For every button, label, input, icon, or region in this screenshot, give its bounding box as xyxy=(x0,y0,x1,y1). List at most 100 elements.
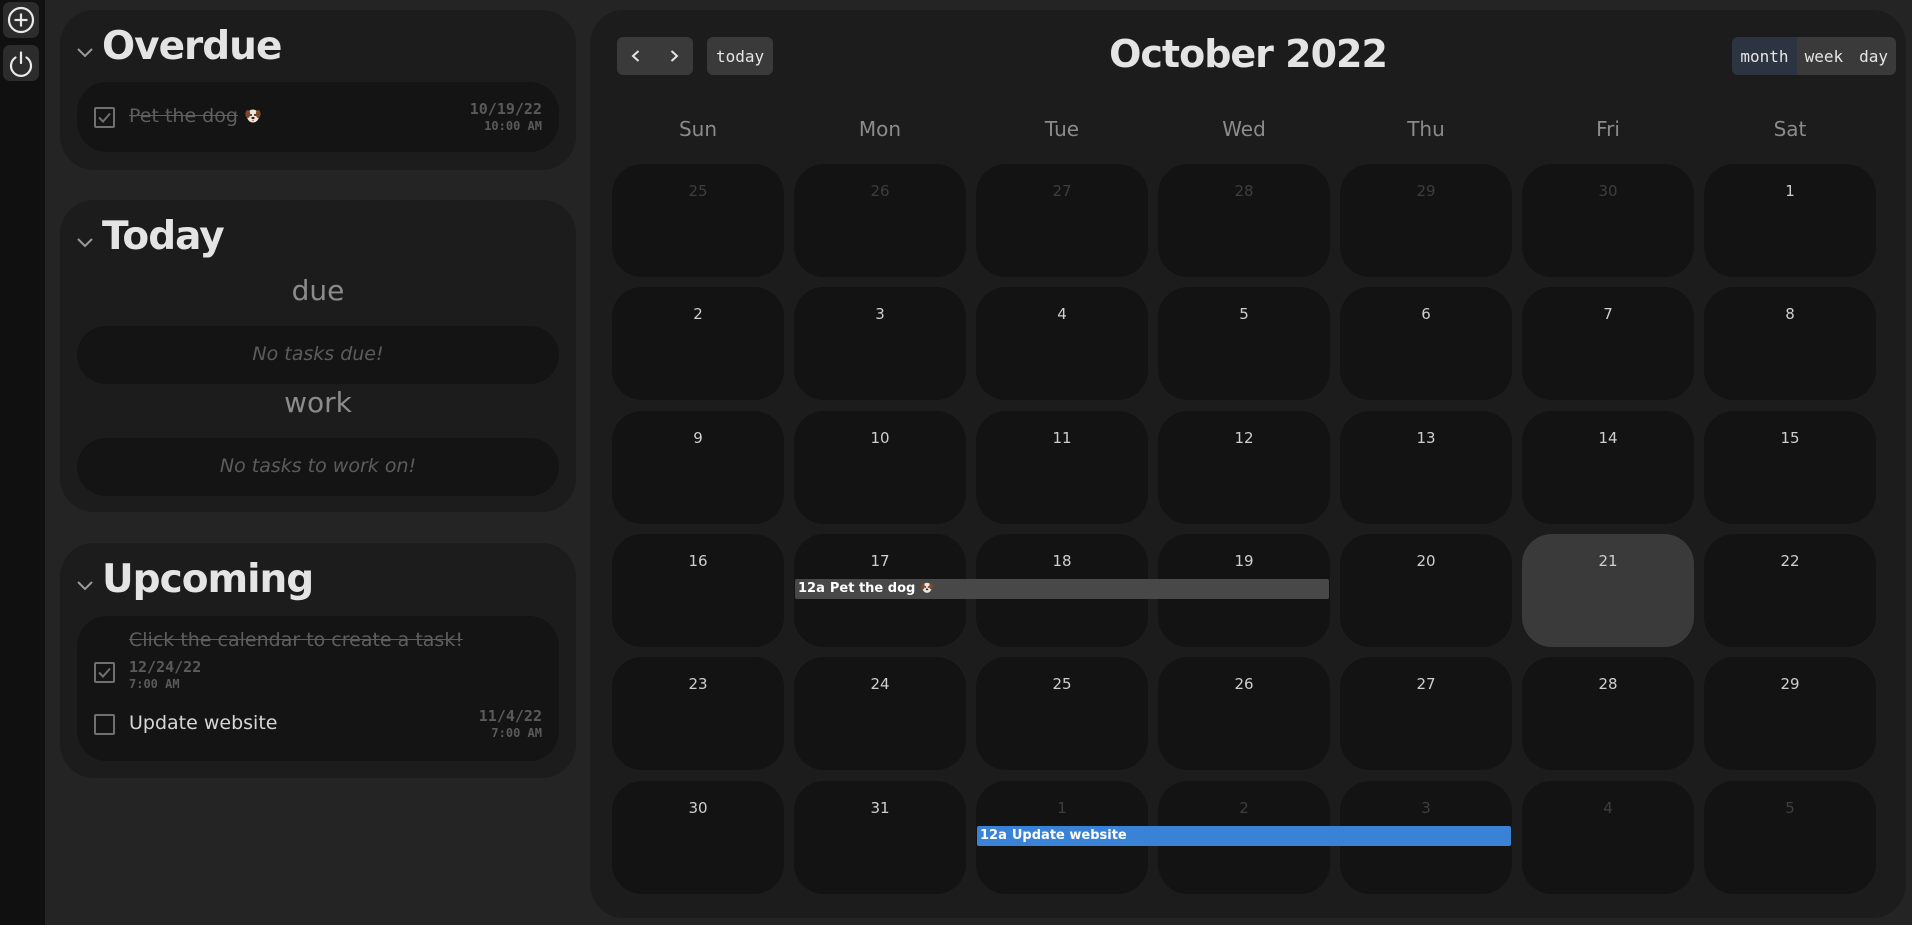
day-number: 24 xyxy=(870,675,890,693)
day-number: 29 xyxy=(1780,675,1800,693)
weekday-header: Tue xyxy=(1044,117,1080,141)
day-cell[interactable]: 23 xyxy=(612,657,784,770)
day-number: 27 xyxy=(1052,182,1072,200)
day-cell[interactable]: 10 xyxy=(794,411,966,524)
day-cell[interactable]: 5 xyxy=(1704,781,1876,894)
day-number: 5 xyxy=(1785,799,1795,817)
day-cell[interactable]: 30 xyxy=(612,781,784,894)
view-day-button[interactable]: day xyxy=(1851,37,1896,75)
day-number: 12 xyxy=(1234,429,1254,447)
task-due-date: 12/24/22 7:00 AM xyxy=(129,658,201,691)
task-time: 7:00 AM xyxy=(491,726,542,740)
chevron-down-icon[interactable] xyxy=(74,231,96,253)
day-cell[interactable]: 2 xyxy=(612,287,784,400)
day-cell[interactable]: 26 xyxy=(794,164,966,277)
day-cell[interactable]: 27 xyxy=(1340,657,1512,770)
task-item[interactable]: Pet the dog 10/19/22 10:00 AM xyxy=(77,97,559,137)
day-cell[interactable]: 13 xyxy=(1340,411,1512,524)
upcoming-task-list: Click the calendar to create a task! 12/… xyxy=(77,616,559,761)
weekday-header: Mon xyxy=(858,117,902,141)
task-time: 7:00 AM xyxy=(129,677,180,691)
day-number: 23 xyxy=(688,675,708,693)
day-cell[interactable]: 25 xyxy=(976,657,1148,770)
day-cell[interactable]: 11 xyxy=(976,411,1148,524)
day-cell[interactable]: 6 xyxy=(1340,287,1512,400)
task-item[interactable]: Update website 11/4/22 7:00 AM xyxy=(77,704,559,744)
task-checkbox[interactable] xyxy=(94,662,115,683)
day-number: 9 xyxy=(693,429,703,447)
task-time: 10:00 AM xyxy=(484,119,542,133)
day-number: 28 xyxy=(1234,182,1254,200)
day-cell[interactable]: 1 xyxy=(1704,164,1876,277)
overdue-panel: Overdue Pet the dog 10/19/22 10:00 AM xyxy=(60,10,576,170)
checkmark-icon xyxy=(98,112,111,123)
day-cell[interactable]: 28 xyxy=(1522,657,1694,770)
day-cell[interactable]: 24 xyxy=(794,657,966,770)
work-task-list: No tasks to work on! xyxy=(77,438,559,496)
calendar-title: October 2022 xyxy=(1109,32,1388,76)
dog-icon xyxy=(921,582,934,593)
task-title: Pet the dog xyxy=(129,105,262,127)
day-cell[interactable]: 28 xyxy=(1158,164,1330,277)
work-section-label: work xyxy=(284,386,352,419)
day-cell[interactable]: 25 xyxy=(612,164,784,277)
view-month-button[interactable]: month xyxy=(1732,37,1797,75)
task-title: Update website xyxy=(129,712,278,734)
today-panel: Today due No tasks due! work No tasks to… xyxy=(60,200,576,512)
day-number: 26 xyxy=(870,182,890,200)
day-cell[interactable]: 22 xyxy=(1704,534,1876,647)
day-cell[interactable]: 4 xyxy=(976,287,1148,400)
day-cell[interactable]: 12 xyxy=(1158,411,1330,524)
day-cell[interactable]: 16 xyxy=(612,534,784,647)
day-cell[interactable]: 29 xyxy=(1340,164,1512,277)
day-cell[interactable]: 9 xyxy=(612,411,784,524)
day-cell[interactable]: 27 xyxy=(976,164,1148,277)
overdue-header: Overdue xyxy=(74,24,282,69)
day-cell[interactable]: 30 xyxy=(1522,164,1694,277)
day-number: 5 xyxy=(1239,305,1249,323)
day-number: 8 xyxy=(1785,305,1795,323)
day-number: 3 xyxy=(875,305,885,323)
weekday-header: Sun xyxy=(678,117,718,141)
task-item[interactable]: Click the calendar to create a task! 12/… xyxy=(77,624,559,696)
day-cell[interactable]: 5 xyxy=(1158,287,1330,400)
day-number: 4 xyxy=(1057,305,1067,323)
day-number: 14 xyxy=(1598,429,1618,447)
event-title: Pet the dog xyxy=(829,581,916,596)
work-empty-message: No tasks to work on! xyxy=(219,455,417,477)
chevron-down-icon[interactable] xyxy=(74,574,96,596)
calendar-event[interactable]: 12a Pet the dog xyxy=(795,579,1329,599)
day-number: 28 xyxy=(1598,675,1618,693)
upcoming-panel: Upcoming Click the calendar to create a … xyxy=(60,543,576,778)
task-checkbox[interactable] xyxy=(94,714,115,735)
day-cell-today[interactable]: 21 xyxy=(1522,534,1694,647)
day-cell[interactable]: 20 xyxy=(1340,534,1512,647)
day-cell[interactable]: 15 xyxy=(1704,411,1876,524)
view-week-button[interactable]: week xyxy=(1796,37,1852,75)
chevron-down-icon[interactable] xyxy=(74,41,96,63)
day-cell[interactable]: 29 xyxy=(1704,657,1876,770)
day-number: 6 xyxy=(1421,305,1431,323)
logout-button[interactable] xyxy=(3,45,39,81)
day-cell[interactable]: 26 xyxy=(1158,657,1330,770)
day-number: 2 xyxy=(1239,799,1249,817)
day-number: 30 xyxy=(688,799,708,817)
day-number: 3 xyxy=(1421,799,1431,817)
calendar-event[interactable]: 12a Update website xyxy=(977,826,1511,846)
day-cell[interactable]: 8 xyxy=(1704,287,1876,400)
today-title: Today xyxy=(102,214,225,259)
task-checkbox[interactable] xyxy=(94,107,115,128)
day-number: 29 xyxy=(1416,182,1436,200)
day-cell[interactable]: 14 xyxy=(1522,411,1694,524)
day-cell[interactable]: 7 xyxy=(1522,287,1694,400)
calendar: today October 2022 month week day Sun Mon… xyxy=(590,10,1906,918)
task-title: Click the calendar to create a task! xyxy=(129,629,463,651)
weekday-header: Thu xyxy=(1407,117,1445,141)
dog-icon xyxy=(245,109,261,123)
add-task-button[interactable] xyxy=(3,2,39,38)
day-cell[interactable]: 3 xyxy=(794,287,966,400)
upcoming-title: Upcoming xyxy=(102,557,314,602)
day-cell[interactable]: 4 xyxy=(1522,781,1694,894)
day-cell[interactable]: 31 xyxy=(794,781,966,894)
day-number: 22 xyxy=(1780,552,1800,570)
